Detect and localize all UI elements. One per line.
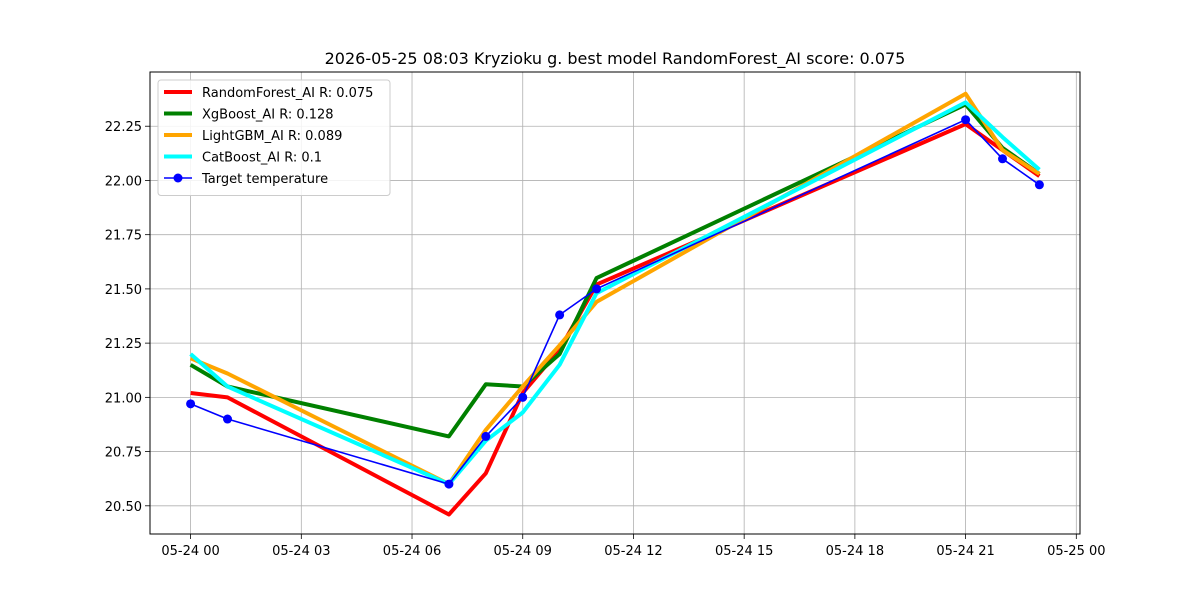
legend-label: XgBoost_AI R: 0.128 (202, 108, 334, 123)
data-point (961, 115, 971, 125)
data-point (1034, 180, 1044, 190)
legend-label: CatBoost_AI R: 0.1 (202, 151, 322, 166)
y-tick-label: 21.25 (105, 337, 142, 352)
data-point (481, 431, 491, 441)
data-point (223, 414, 232, 424)
y-tick-label: 22.00 (105, 174, 142, 189)
legend-label: Target temperature (201, 172, 328, 187)
y-tick-label: 21.50 (105, 283, 142, 298)
legend-label: RandomForest_AI R: 0.075 (202, 86, 373, 101)
x-tick-label: 05-24 12 (604, 544, 662, 559)
x-tick-label: 05-24 18 (826, 544, 884, 559)
x-tick-label: 05-24 03 (272, 544, 330, 559)
x-tick-label: 05-24 21 (936, 544, 994, 559)
data-point (444, 479, 454, 489)
y-tick-label: 22.25 (105, 120, 142, 135)
legend: RandomForest_AI R: 0.075 XgBoost_AI R: 0.… (157, 79, 391, 196)
data-point (518, 392, 528, 402)
data-point (998, 154, 1007, 164)
data-point (555, 310, 565, 320)
x-tick-label: 05-24 00 (161, 544, 219, 559)
y-tick-label: 20.50 (105, 500, 142, 515)
y-tick-label: 21.75 (105, 229, 142, 244)
line-chart: 2026-05-25 08:03 Kryzioku g. best model … (0, 0, 1200, 600)
chart-title: 2026-05-25 08:03 Kryzioku g. best model … (325, 49, 906, 69)
x-tick-label: 05-24 15 (715, 544, 773, 559)
data-point (592, 284, 602, 294)
x-tick-label: 05-24 06 (383, 544, 441, 559)
data-point (186, 399, 196, 409)
x-tick-label: 05-24 09 (494, 544, 552, 559)
legend-label: LightGBM_AI R: 0.089 (202, 129, 342, 144)
legend-marker (173, 173, 183, 183)
y-tick-label: 21.00 (105, 391, 142, 406)
y-tick-label: 20.75 (105, 446, 142, 461)
x-tick-label: 05-25 00 (1047, 544, 1105, 559)
